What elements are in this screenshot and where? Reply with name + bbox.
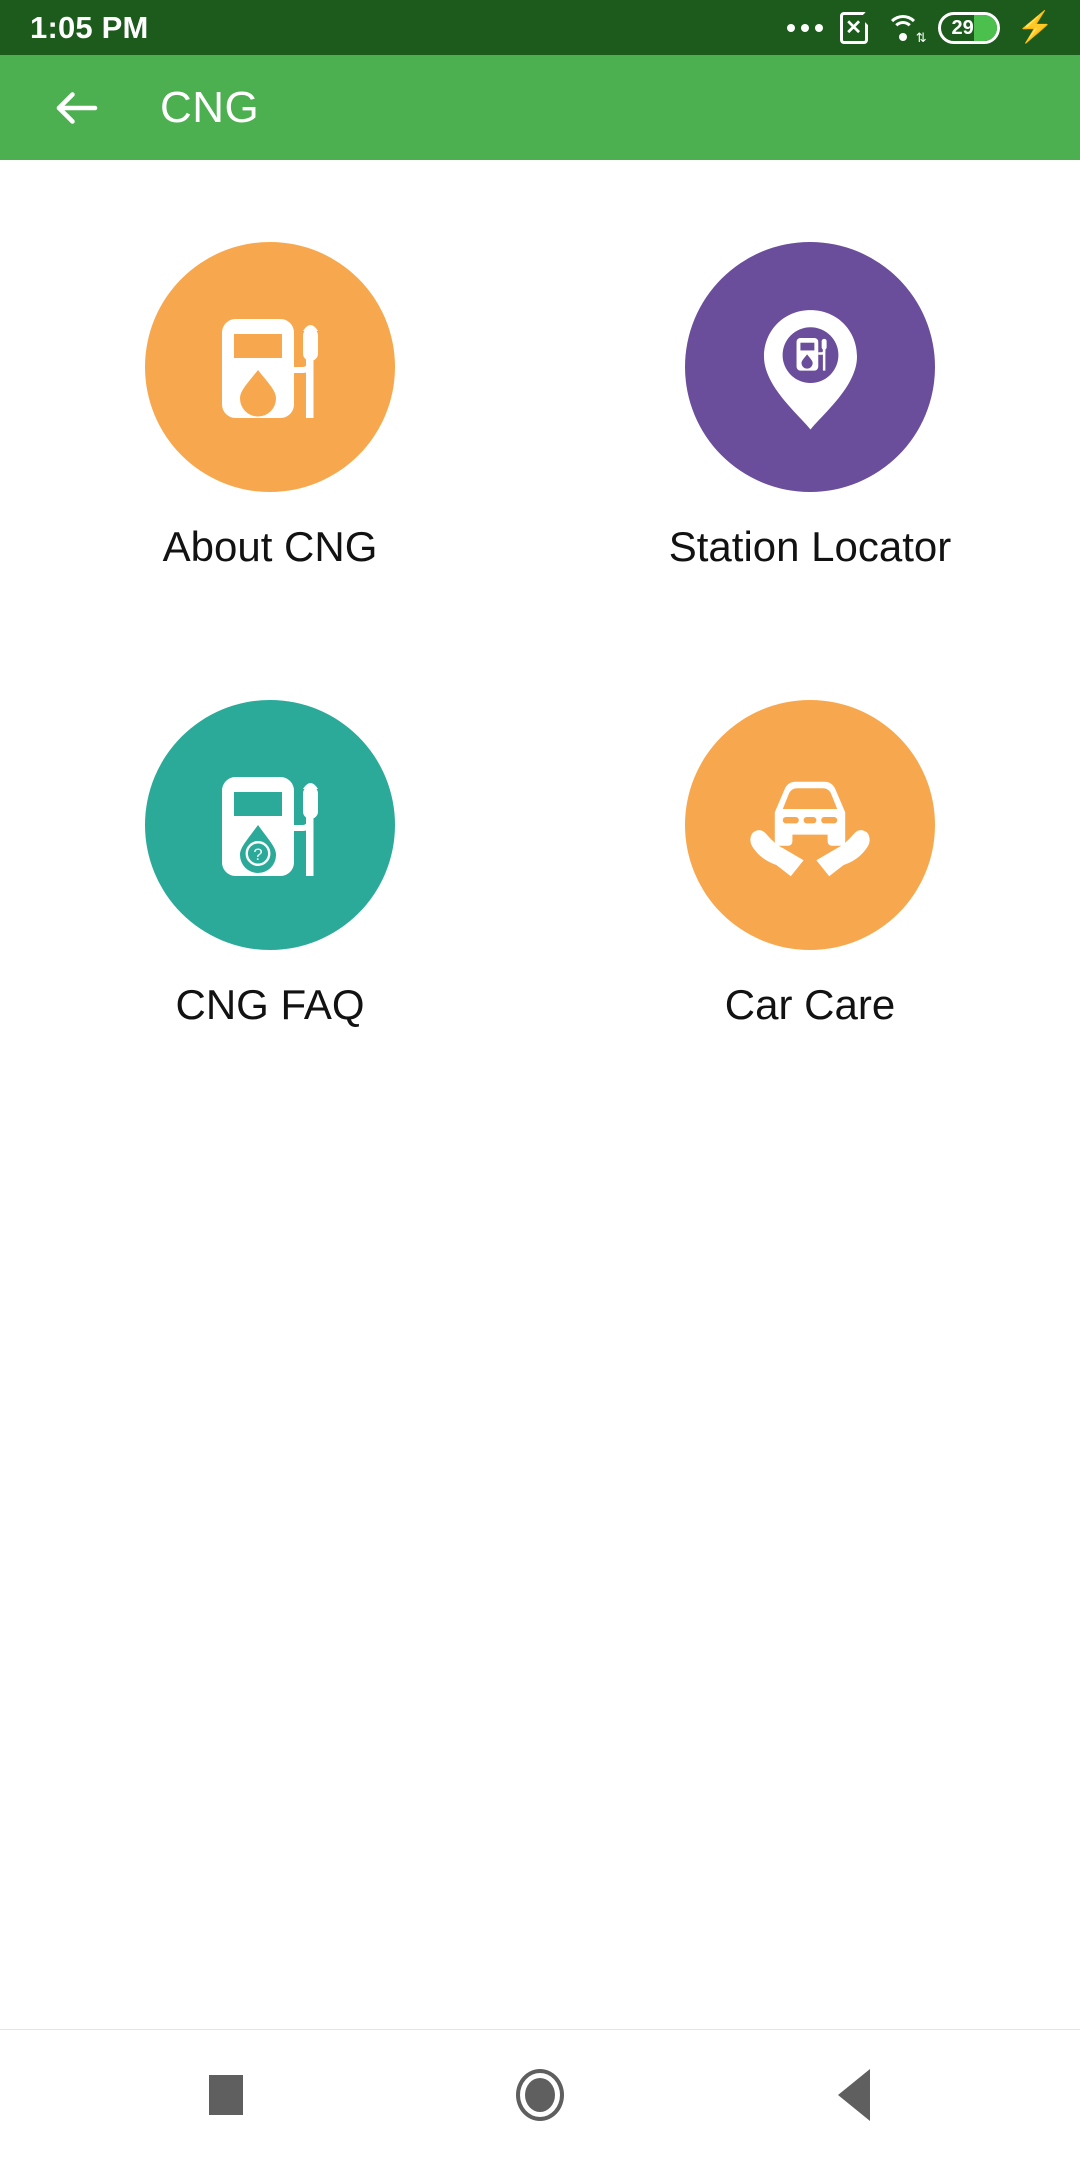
fuel-pump-icon [145,242,395,492]
menu-tile-label: Car Care [724,981,896,1028]
fuel-pump-question-icon: ? [145,700,395,950]
menu-tile-about-cng[interactable]: About CNG [0,230,540,680]
status-bar: 1:05 PM ✕ ⇅ 29 ⚡ [0,0,1080,55]
recents-button[interactable] [178,2047,274,2143]
battery-icon: 29 [937,11,1000,44]
more-dots-icon [786,23,823,32]
charging-bolt-icon: ⚡ [1016,10,1054,44]
map-pin-fuel-pump-icon [685,242,935,492]
wifi-icon: ⇅ [885,13,927,44]
battery-percent-label: 29 [951,16,974,39]
menu-tile-label: Station Locator [668,523,952,570]
menu-grid: About CNG Station Locator ? CNG FAQ Car … [0,230,1080,1138]
menu-tile-label: About CNG [162,523,378,570]
svg-text:?: ? [253,846,262,864]
sim-card-x-icon: ✕ [839,11,868,44]
menu-tile-label: CNG FAQ [175,981,365,1028]
menu-content: About CNG Station Locator ? CNG FAQ Car … [0,160,1080,2029]
status-bar-time: 1:05 PM [30,10,149,45]
home-button[interactable] [492,2047,588,2143]
menu-tile-cng-faq[interactable]: ? CNG FAQ [0,688,540,1138]
square-icon [209,2075,243,2115]
triangle-left-icon [838,2069,870,2121]
status-bar-icons: ✕ ⇅ 29 ⚡ [786,10,1054,44]
circle-icon [516,2069,564,2121]
car-in-hands-icon [685,700,935,950]
system-nav-bar [0,2030,1080,2160]
menu-tile-car-care[interactable]: Car Care [540,688,1080,1138]
app-bar: CNG [0,55,1080,160]
menu-tile-station-locator[interactable]: Station Locator [540,230,1080,680]
back-button[interactable] [806,2047,902,2143]
page-title: CNG [160,82,260,132]
back-arrow-icon[interactable] [50,81,104,135]
